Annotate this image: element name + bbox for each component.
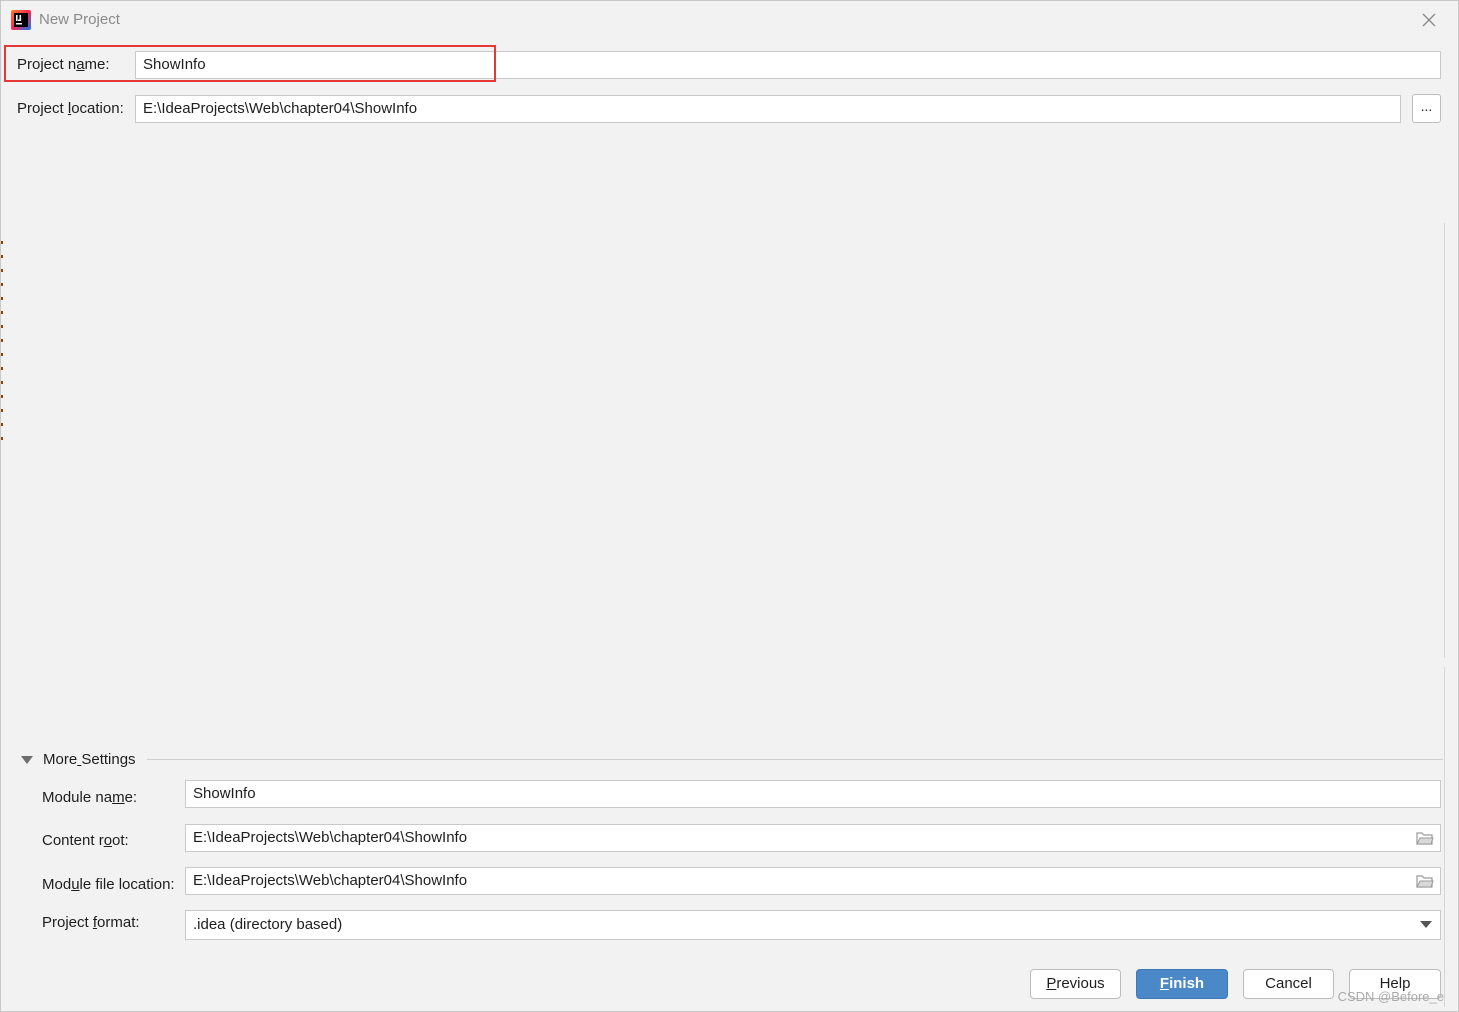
project-name-input[interactable]: ShowInfo [135, 51, 1441, 79]
project-name-label: Project name: [17, 56, 110, 73]
watermark: CSDN @Before_e [1337, 989, 1444, 1004]
module-name-label: Module name: [42, 789, 138, 806]
folder-icon[interactable] [1416, 874, 1434, 888]
project-location-input[interactable]: E:\IdeaProjects\Web\chapter04\ShowInfo [135, 95, 1401, 123]
close-icon [1422, 13, 1436, 27]
close-button[interactable] [1418, 9, 1440, 31]
window-edge-marks [1, 241, 3, 451]
cancel-button[interactable]: Cancel [1243, 969, 1334, 999]
content-root-value: E:\IdeaProjects\Web\chapter04\ShowInfo [193, 829, 468, 846]
project-format-label: Project format: [42, 914, 140, 931]
finish-button[interactable]: Finish [1136, 969, 1228, 999]
browse-location-button[interactable]: ... [1412, 94, 1441, 123]
window-title: New Project [39, 11, 120, 28]
module-file-location-value: E:\IdeaProjects\Web\chapter04\ShowInfo [193, 872, 468, 889]
content-root-input[interactable]: E:\IdeaProjects\Web\chapter04\ShowInfo [185, 824, 1441, 852]
intellij-idea-icon [11, 10, 31, 30]
project-format-value: .idea (directory based) [193, 916, 343, 933]
section-divider [147, 759, 1443, 760]
more-settings-title[interactable]: More Settings [43, 751, 136, 768]
scrollbar-track-lower [1444, 667, 1445, 1007]
chevron-down-icon [1420, 921, 1432, 928]
module-file-location-label: Module file location: [42, 876, 175, 893]
title-bar: New Project [1, 1, 1458, 39]
previous-button[interactable]: Previous [1030, 969, 1121, 999]
module-file-location-input[interactable]: E:\IdeaProjects\Web\chapter04\ShowInfo [185, 867, 1441, 895]
triangle-down-icon[interactable] [21, 755, 33, 765]
scrollbar-track [1444, 223, 1445, 658]
folder-icon[interactable] [1416, 831, 1434, 845]
project-format-select[interactable]: .idea (directory based) [185, 910, 1441, 940]
content-root-label: Content root: [42, 832, 129, 849]
module-name-input[interactable]: ShowInfo [185, 780, 1441, 808]
new-project-dialog: New Project Project name: ShowInfo Proje… [0, 0, 1459, 1012]
project-location-label: Project location: [17, 100, 124, 117]
